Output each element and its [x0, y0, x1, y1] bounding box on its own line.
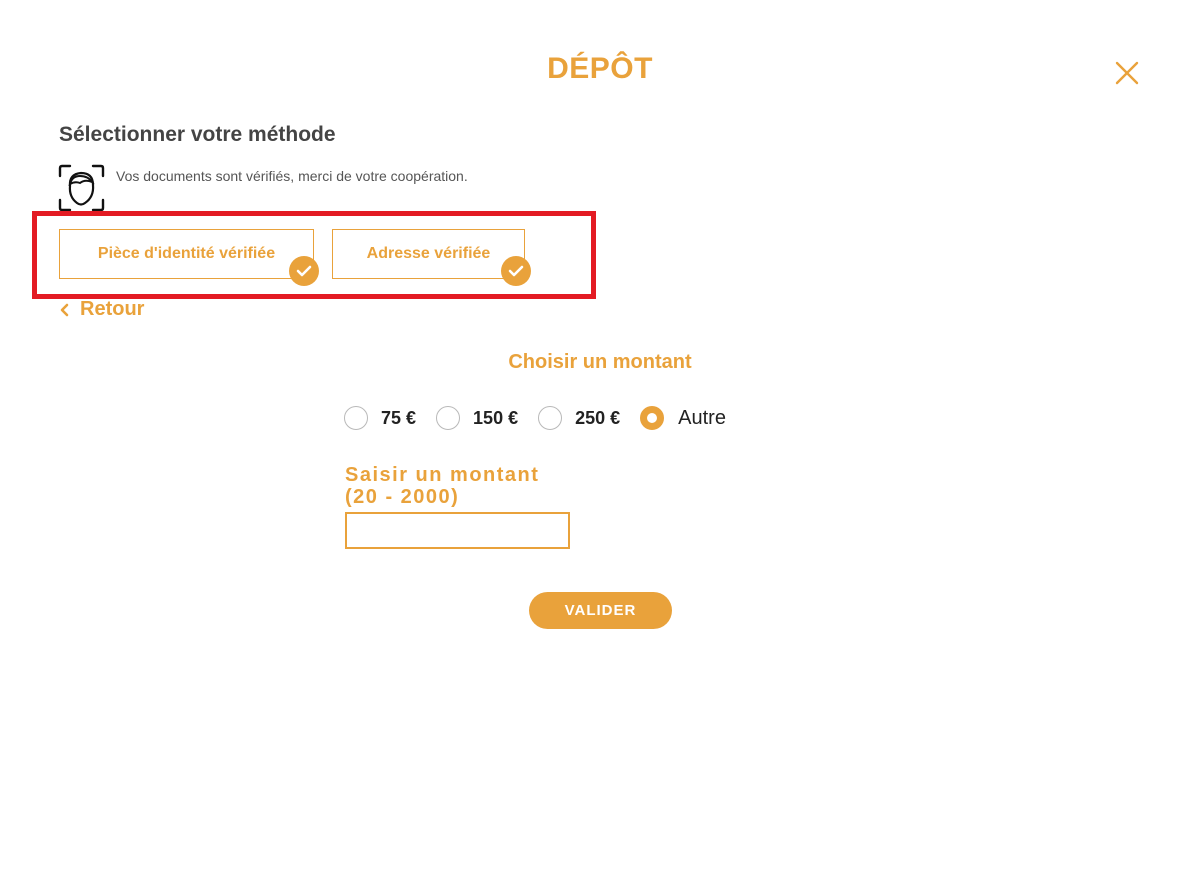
close-button[interactable] [1112, 58, 1142, 88]
back-label: Retour [80, 298, 145, 320]
verification-note: Vos documents sont vérifiés, merci de vo… [116, 168, 468, 184]
amount-option-other[interactable]: Autre [640, 406, 726, 430]
submit-button[interactable]: VALIDER [529, 592, 672, 629]
amount-input-label: Saisir un montant (20 - 2000) [345, 464, 539, 508]
radio-150[interactable] [436, 406, 461, 430]
amount-option-250[interactable]: 250 € [538, 406, 620, 430]
amount-title: Choisir un montant [508, 351, 692, 373]
check-icon [508, 265, 524, 277]
amount-options: 75 € 150 € 250 € Autre [344, 404, 726, 432]
amount-option-label: 150 € [473, 407, 519, 428]
amount-option-75[interactable]: 75 € [344, 406, 416, 430]
section-title: Sélectionner votre méthode [59, 123, 336, 146]
radio-75[interactable] [344, 406, 368, 430]
modal-title: DÉPÔT [547, 52, 653, 85]
radio-250[interactable] [538, 406, 563, 430]
id-document-button[interactable]: Pièce d'identité vérifiée [59, 229, 314, 279]
close-icon [1115, 61, 1139, 85]
address-verified-badge [501, 256, 531, 286]
amount-input-label-line2: (20 - 2000) [345, 486, 460, 508]
chevron-left-icon [60, 303, 70, 317]
amount-option-label: 75 € [381, 407, 417, 428]
amount-option-150[interactable]: 150 € [436, 406, 518, 430]
back-link[interactable]: Retour [60, 298, 144, 321]
face-scan-icon [58, 164, 105, 212]
amount-input[interactable] [345, 512, 570, 549]
address-document-button[interactable]: Adresse vérifiée [332, 229, 525, 279]
amount-input-label-line1: Saisir un montant [345, 464, 540, 486]
amount-option-label: Autre [678, 406, 726, 429]
check-icon [296, 265, 312, 277]
id-verified-badge [289, 256, 319, 286]
amount-option-label: 250 € [575, 407, 621, 428]
radio-other[interactable] [640, 406, 665, 430]
